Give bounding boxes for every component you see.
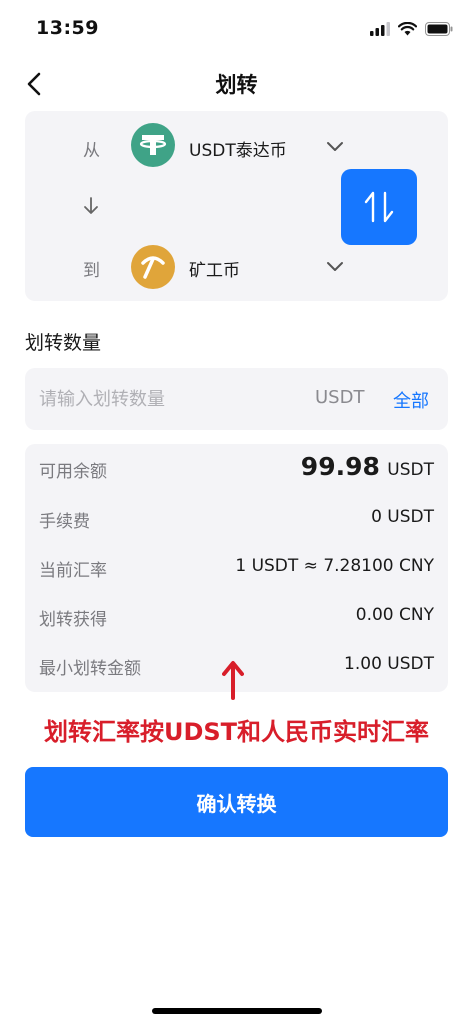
home-indicator — [152, 1008, 322, 1014]
from-label: 从 — [83, 141, 100, 161]
detail-box: 可用余额 99.98 USDT 手续费 0 USDT 当前汇率 1 USDT ≈… — [25, 444, 448, 692]
arrow-down-icon — [84, 197, 98, 214]
amount-input[interactable] — [39, 368, 289, 430]
amount-section-title: 划转数量 — [25, 332, 102, 354]
status-bar: 13:59 — [0, 0, 473, 58]
tether-icon — [131, 123, 175, 167]
transfer-card: 从 USDT泰达币 到 矿工币 — [25, 111, 448, 301]
wifi-icon — [398, 22, 417, 36]
receive-label: 划转获得 — [39, 610, 107, 630]
rate-value: 1 USDT ≈ 7.28100 CNY — [235, 556, 434, 576]
all-button[interactable]: 全部 — [393, 387, 429, 413]
chevron-down-icon[interactable] — [325, 260, 345, 274]
status-icons — [370, 20, 453, 38]
to-coin-selector[interactable]: 矿工币 — [189, 256, 240, 281]
annotation-text: 划转汇率按UDST和人民币实时汇率 — [43, 718, 430, 746]
rate-row: 当前汇率 1 USDT ≈ 7.28100 CNY — [25, 553, 448, 583]
fee-label: 手续费 — [39, 512, 90, 532]
status-time: 13:59 — [36, 17, 99, 39]
swap-button[interactable] — [341, 169, 417, 245]
balance-unit: USDT — [387, 460, 434, 480]
minimum-label: 最小划转金额 — [39, 659, 141, 679]
available-balance-value: 99.98 USDT — [301, 452, 434, 481]
to-label: 到 — [83, 261, 100, 281]
from-coin-selector[interactable]: USDT泰达币 — [189, 136, 287, 161]
swap-icon — [364, 191, 394, 223]
signal-icon — [370, 22, 390, 36]
arrow-up-icon — [222, 661, 244, 700]
receive-value: 0.00 CNY — [355, 605, 434, 625]
pickaxe-icon — [131, 245, 175, 289]
available-balance-label: 可用余额 — [39, 462, 107, 482]
page-title: 划转 — [215, 73, 258, 97]
amount-input-box: USDT 全部 — [25, 368, 448, 430]
confirm-button[interactable]: 确认转换 — [25, 767, 448, 837]
minimum-value: 1.00 USDT — [344, 654, 434, 674]
balance-amount: 99.98 — [300, 452, 380, 481]
rate-label: 当前汇率 — [39, 561, 107, 581]
fee-row: 手续费 0 USDT — [25, 504, 448, 534]
battery-icon — [425, 22, 453, 36]
nav-bar: 划转 — [0, 58, 473, 108]
available-balance-row: 可用余额 99.98 USDT — [25, 452, 448, 484]
amount-unit: USDT — [315, 387, 365, 408]
receive-row: 划转获得 0.00 CNY — [25, 602, 448, 632]
chevron-down-icon[interactable] — [325, 140, 345, 154]
fee-value: 0 USDT — [371, 507, 434, 527]
